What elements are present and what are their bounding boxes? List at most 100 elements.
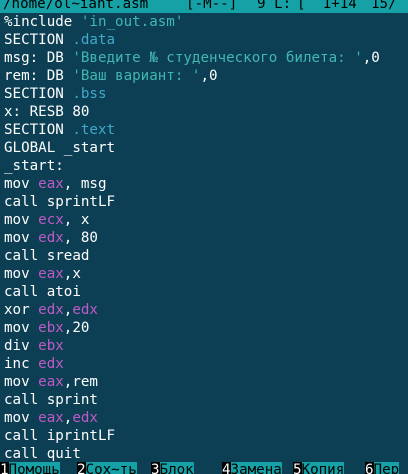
fkey-label: Блок xyxy=(159,462,194,474)
code-token: call iprintLF xyxy=(4,428,116,444)
fkey-5[interactable]: 5Копия xyxy=(293,462,365,474)
code-line[interactable]: div ebx xyxy=(4,337,408,355)
code-token: edx xyxy=(72,410,98,426)
code-line[interactable]: inc edx xyxy=(4,355,408,373)
file-path: /home/ol~iant.asm xyxy=(3,0,149,12)
code-line[interactable]: mov edx, 80 xyxy=(4,229,408,247)
code-line[interactable]: SECTION .data xyxy=(4,31,408,49)
code-line[interactable]: GLOBAL _start xyxy=(4,139,408,157)
code-token: ,0 xyxy=(362,50,380,66)
code-token: call sread xyxy=(4,248,90,264)
code-line[interactable]: _start: xyxy=(4,157,408,175)
code-token: SECTION xyxy=(4,32,73,48)
code-token: edx xyxy=(38,302,64,318)
code-line[interactable]: SECTION .bss xyxy=(4,85,408,103)
code-token: edx xyxy=(38,356,64,372)
fkey-number: 4 xyxy=(222,462,231,474)
code-token: .bss xyxy=(72,86,107,102)
code-line[interactable]: %include 'in_out.asm' xyxy=(4,13,408,31)
fkey-3[interactable]: 3Блок xyxy=(151,462,222,474)
code-token: .data xyxy=(72,32,116,48)
fkey-4[interactable]: 4Замена xyxy=(222,462,293,474)
status-bar: /home/ol~iant.asm [-M--] 9 L: [ 1+14 15/ xyxy=(0,0,408,13)
column-indicator: 9 L: xyxy=(257,0,292,12)
fkey-label: Пер xyxy=(373,462,400,474)
fkey-1[interactable]: 1Помощь xyxy=(0,462,77,474)
code-line[interactable]: mov eax,edx xyxy=(4,409,408,427)
code-token: mov xyxy=(4,410,39,426)
code-token: _start: xyxy=(4,158,64,174)
code-line[interactable]: call quit xyxy=(4,445,408,463)
code-token: eax xyxy=(38,374,64,390)
code-token: xor xyxy=(4,302,39,318)
code-token: , msg xyxy=(63,176,107,192)
code-line[interactable]: mov eax, msg xyxy=(4,175,408,193)
fkey-label: Помощь xyxy=(8,462,60,474)
code-line[interactable]: SECTION .text xyxy=(4,121,408,139)
code-token: %include xyxy=(4,14,81,30)
code-token: call quit xyxy=(4,446,81,462)
code-token: mov xyxy=(4,212,39,228)
code-token: mov xyxy=(4,176,39,192)
function-key-bar: 1Помощь 2Сох~ть 3Блок 4Замена 5Копия 6Пер xyxy=(0,462,408,474)
code-token: edx xyxy=(72,302,98,318)
code-token: , 80 xyxy=(63,230,98,246)
code-line[interactable]: mov ecx, x xyxy=(4,211,408,229)
fkey-6[interactable]: 6Пер xyxy=(365,462,408,474)
code-token: SECTION xyxy=(4,122,73,138)
code-token: , x xyxy=(63,212,90,228)
code-token: ,rem xyxy=(63,374,98,390)
code-token: call sprintLF xyxy=(4,194,116,210)
code-token: edx xyxy=(38,230,64,246)
code-token: msg: DB xyxy=(4,50,73,66)
code-token: inc xyxy=(4,356,39,372)
code-line[interactable]: call sread xyxy=(4,247,408,265)
code-editor[interactable]: %include 'in_out.asm' SECTION .data msg: D… xyxy=(4,13,408,463)
code-token: ecx xyxy=(38,212,64,228)
fkey-number: 1 xyxy=(0,462,9,474)
fkey-2[interactable]: 2Сох~ть xyxy=(77,462,151,474)
code-line[interactable]: x: RESB 80 xyxy=(4,103,408,121)
code-token: ebx xyxy=(38,320,64,336)
line-total: 15/ xyxy=(371,0,397,12)
code-token: ,20 xyxy=(63,320,90,336)
code-line[interactable]: mov ebx,20 xyxy=(4,319,408,337)
code-line[interactable]: rem: DB 'Ваш вариант: ',0 xyxy=(4,67,408,85)
code-line[interactable]: msg: DB 'Введите № студенческого билета:… xyxy=(4,49,408,67)
code-token: .text xyxy=(72,122,116,138)
line-position: [ 1+14 xyxy=(297,0,357,12)
fkey-number: 3 xyxy=(151,462,160,474)
fkey-number: 2 xyxy=(77,462,86,474)
code-token: mov xyxy=(4,266,39,282)
code-token: div xyxy=(4,338,39,354)
code-token: eax xyxy=(38,410,64,426)
code-token: SECTION xyxy=(4,86,73,102)
editor-mode: [-M--] xyxy=(186,0,238,12)
code-token: 'Введите № студенческого билета: ' xyxy=(72,50,363,66)
code-token: ebx xyxy=(38,338,64,354)
code-line[interactable]: call sprint xyxy=(4,391,408,409)
fkey-label: Сох~ть xyxy=(85,462,137,474)
code-token: eax xyxy=(38,176,64,192)
code-line[interactable]: call iprintLF xyxy=(4,427,408,445)
code-token: ,0 xyxy=(200,68,218,84)
code-token: rem: DB xyxy=(4,68,73,84)
fkey-label: Замена xyxy=(230,462,282,474)
fkey-label: Копия xyxy=(301,462,345,474)
code-line[interactable]: xor edx,edx xyxy=(4,301,408,319)
code-line[interactable]: mov eax,x xyxy=(4,265,408,283)
code-line[interactable]: call atoi xyxy=(4,283,408,301)
code-token: mov xyxy=(4,374,39,390)
code-token: x: RESB 80 xyxy=(4,104,90,120)
code-token: call atoi xyxy=(4,284,81,300)
code-token: eax xyxy=(38,266,64,282)
code-token: mov xyxy=(4,320,39,336)
code-token: 'in_out.asm' xyxy=(80,14,184,30)
code-token: GLOBAL _start xyxy=(4,140,116,156)
code-token: 'Ваш вариант: ' xyxy=(72,68,201,84)
fkey-number: 5 xyxy=(293,462,302,474)
code-line[interactable]: mov eax,rem xyxy=(4,373,408,391)
code-line[interactable]: call sprintLF xyxy=(4,193,408,211)
code-token: call sprint xyxy=(4,392,98,408)
code-token: ,x xyxy=(63,266,81,282)
